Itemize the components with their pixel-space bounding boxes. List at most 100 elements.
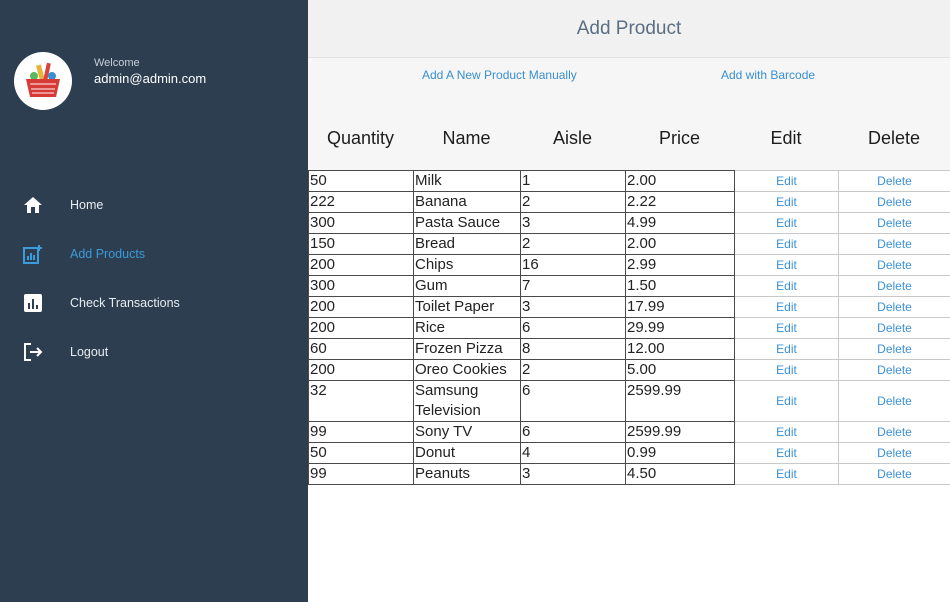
edit-link[interactable]: Edit	[734, 275, 839, 297]
name-cell: Donut	[413, 442, 521, 464]
action-bar: Add A New Product Manually Add with Barc…	[308, 58, 950, 170]
name-cell: Bread	[413, 233, 521, 255]
delete-link[interactable]: Delete	[838, 359, 950, 381]
table-row: 222 Banana 2 2.22 Edit Delete	[308, 191, 950, 213]
quantity-cell: 60	[308, 338, 414, 360]
edit-link[interactable]: Edit	[734, 233, 839, 255]
price-cell: 12.00	[625, 338, 735, 360]
table-row: 300 Pasta Sauce 3 4.99 Edit Delete	[308, 212, 950, 234]
sidebar-item-label: Logout	[70, 344, 109, 359]
sidebar-item-label: Add Products	[70, 246, 146, 261]
aisle-cell: 16	[520, 254, 626, 276]
quantity-cell: 300	[308, 275, 414, 297]
add-barcode-link[interactable]: Add with Barcode	[721, 68, 815, 82]
table-row: 32 Samsung Television 6 2599.99 Edit Delete	[308, 380, 950, 422]
name-cell: Oreo Cookies	[413, 359, 521, 381]
price-cell: 2.99	[625, 254, 735, 276]
bar-chart-icon	[22, 292, 44, 314]
column-header-edit: Edit	[770, 128, 802, 148]
quantity-cell: 50	[308, 170, 414, 192]
delete-link[interactable]: Delete	[838, 463, 950, 485]
quantity-cell: 50	[308, 442, 414, 464]
price-cell: 2.00	[625, 170, 735, 192]
sidebar-item-label: Check Transactions	[70, 295, 180, 310]
page-title: Add Product	[576, 17, 682, 39]
sidebar-item-check-transactions[interactable]: Check Transactions	[0, 278, 308, 327]
delete-link[interactable]: Delete	[838, 212, 950, 234]
delete-link[interactable]: Delete	[838, 317, 950, 339]
home-icon	[22, 194, 44, 216]
aisle-cell: 6	[520, 380, 626, 422]
quantity-cell: 200	[308, 296, 414, 318]
sidebar-nav: Home Add Products Check Transactions Log…	[0, 180, 308, 376]
column-header-aisle: Aisle	[552, 128, 592, 148]
price-cell: 1.50	[625, 275, 735, 297]
name-cell: Sony TV	[413, 421, 521, 443]
edit-link[interactable]: Edit	[734, 317, 839, 339]
quantity-cell: 200	[308, 254, 414, 276]
name-cell: Banana	[413, 191, 521, 213]
quantity-cell: 99	[308, 421, 414, 443]
sidebar-item-logout[interactable]: Logout	[0, 327, 308, 376]
table-row: 99 Peanuts 3 4.50 Edit Delete	[308, 463, 950, 485]
price-cell: 2.22	[625, 191, 735, 213]
sidebar-item-label: Home	[70, 197, 104, 212]
edit-link[interactable]: Edit	[734, 338, 839, 360]
price-cell: 29.99	[625, 317, 735, 339]
delete-link[interactable]: Delete	[838, 254, 950, 276]
column-header-price: Price	[658, 128, 700, 148]
name-cell: Pasta Sauce	[413, 212, 521, 234]
add-manually-link[interactable]: Add A New Product Manually	[422, 68, 577, 82]
aisle-cell: 6	[520, 421, 626, 443]
edit-link[interactable]: Edit	[734, 170, 839, 192]
delete-link[interactable]: Delete	[838, 442, 950, 464]
quantity-cell: 300	[308, 212, 414, 234]
edit-link[interactable]: Edit	[734, 191, 839, 213]
edit-link[interactable]: Edit	[734, 296, 839, 318]
aisle-cell: 3	[520, 463, 626, 485]
edit-link[interactable]: Edit	[734, 380, 839, 422]
avatar	[14, 52, 72, 110]
edit-link[interactable]: Edit	[734, 463, 839, 485]
edit-link[interactable]: Edit	[734, 442, 839, 464]
table-row: 300 Gum 7 1.50 Edit Delete	[308, 275, 950, 297]
price-cell: 0.99	[625, 442, 735, 464]
name-cell: Samsung Television	[413, 380, 521, 422]
sidebar-item-add-products[interactable]: Add Products	[0, 229, 308, 278]
main-content: Add Product Add A New Product Manually A…	[308, 0, 950, 602]
edit-link[interactable]: Edit	[734, 421, 839, 443]
aisle-cell: 1	[520, 170, 626, 192]
aisle-cell: 7	[520, 275, 626, 297]
delete-link[interactable]: Delete	[838, 296, 950, 318]
price-cell: 4.99	[625, 212, 735, 234]
sidebar-item-home[interactable]: Home	[0, 180, 308, 229]
delete-link[interactable]: Delete	[838, 380, 950, 422]
quantity-cell: 32	[308, 380, 414, 422]
edit-link[interactable]: Edit	[734, 254, 839, 276]
delete-link[interactable]: Delete	[838, 421, 950, 443]
delete-link[interactable]: Delete	[838, 275, 950, 297]
price-cell: 5.00	[625, 359, 735, 381]
quantity-cell: 222	[308, 191, 414, 213]
profile: Welcome admin@admin.com	[14, 52, 206, 110]
name-cell: Toilet Paper	[413, 296, 521, 318]
delete-link[interactable]: Delete	[838, 191, 950, 213]
aisle-cell: 2	[520, 191, 626, 213]
product-table: 50 Milk 1 2.00 Edit Delete 222 Banana 2 2.22 Edit D…	[308, 170, 950, 485]
table-row: 60 Frozen Pizza 8 12.00 Edit Delete	[308, 338, 950, 360]
table-row: 50 Donut 4 0.99 Edit Delete	[308, 442, 950, 464]
edit-link[interactable]: Edit	[734, 359, 839, 381]
name-cell: Rice	[413, 317, 521, 339]
name-cell: Chips	[413, 254, 521, 276]
quantity-cell: 99	[308, 463, 414, 485]
name-cell: Milk	[413, 170, 521, 192]
price-cell: 2599.99	[625, 380, 735, 422]
delete-link[interactable]: Delete	[838, 338, 950, 360]
delete-link[interactable]: Delete	[838, 233, 950, 255]
edit-link[interactable]: Edit	[734, 212, 839, 234]
delete-link[interactable]: Delete	[838, 170, 950, 192]
name-cell: Peanuts	[413, 463, 521, 485]
aisle-cell: 2	[520, 233, 626, 255]
product-table-body: 50 Milk 1 2.00 Edit Delete 222 Banana 2 2.22 Edit D…	[308, 170, 950, 485]
welcome-block: Welcome admin@admin.com	[94, 57, 206, 86]
